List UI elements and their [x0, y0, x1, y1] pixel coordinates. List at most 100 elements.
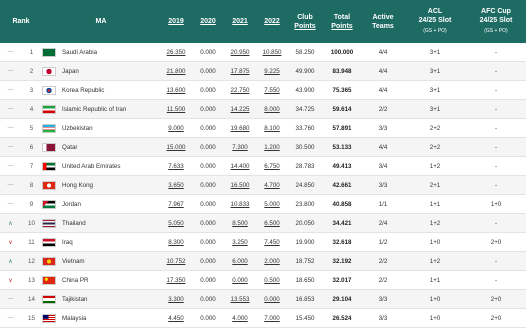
- ma-cell[interactable]: Malaysia: [42, 308, 160, 328]
- points-2021-cell[interactable]: 3.250: [224, 232, 256, 252]
- table-row[interactable]: —15 Malaysia 4.450 0.000 4.000 7.000 15.450 26.…: [0, 308, 526, 328]
- points-2021-cell[interactable]: 22.750: [224, 80, 256, 100]
- points-2022-cell[interactable]: 0.000: [256, 289, 288, 309]
- ma-cell[interactable]: Uzbekistan: [42, 118, 160, 138]
- rank-cell: 11: [21, 232, 42, 252]
- acl-slot-cell: 1+2: [404, 251, 466, 271]
- table-row[interactable]: —1 Saudi Arabia 26.350 0.000 20.950 10.850 58.…: [0, 43, 526, 62]
- points-2019-cell[interactable]: 4.450: [160, 308, 192, 328]
- header-2022[interactable]: 2022: [256, 0, 288, 43]
- ma-cell[interactable]: Islamic Republic of Iran: [42, 99, 160, 119]
- header-2021[interactable]: 2021: [224, 0, 256, 43]
- table-row[interactable]: —5 Uzbekistan 9.000 0.000 19.680 8.100 33.760 5…: [0, 118, 526, 138]
- points-2020-cell: 0.000: [192, 213, 224, 233]
- points-2022-cell[interactable]: 6.500: [256, 213, 288, 233]
- ma-cell[interactable]: Saudi Arabia: [42, 43, 160, 62]
- table-row[interactable]: —2 Japan 21.800 0.000 17.875 9.225 49.900 83.94…: [0, 61, 526, 81]
- country-flag-icon: [42, 123, 56, 133]
- points-2021-cell[interactable]: 14.225: [224, 99, 256, 119]
- ma-cell[interactable]: Japan: [42, 61, 160, 81]
- points-2021-cell[interactable]: 7.300: [224, 137, 256, 157]
- acl-slot-cell: 3+1: [404, 43, 466, 62]
- points-2019-cell[interactable]: 3.650: [160, 175, 192, 195]
- points-2019-cell[interactable]: 9.000: [160, 118, 192, 138]
- table-row[interactable]: ∧ 10 Thailand 5.050 0.000 8.500 6.500 20.050 34.…: [0, 213, 526, 233]
- points-2021-cell[interactable]: 4.000: [224, 308, 256, 328]
- points-2022-cell[interactable]: 7.550: [256, 80, 288, 100]
- points-2021-cell[interactable]: 10.833: [224, 194, 256, 214]
- ma-cell[interactable]: Korea Republic: [42, 80, 160, 100]
- ma-cell[interactable]: Tajikistan: [42, 289, 160, 309]
- points-2022-cell[interactable]: 1.200: [256, 137, 288, 157]
- points-2019-cell[interactable]: 10.752: [160, 251, 192, 271]
- ma-cell[interactable]: Iraq: [42, 232, 160, 252]
- acl-slot-cell: 2+2: [404, 137, 466, 157]
- table-row[interactable]: —4 Islamic Republic of Iran 11.500 0.000 14.…: [0, 99, 526, 119]
- header-total-points[interactable]: Total Points: [322, 0, 362, 43]
- ma-cell[interactable]: Vietnam: [42, 251, 160, 271]
- table-row[interactable]: —6 Qatar 15.000 0.000 7.300 1.200 30.500 53.133…: [0, 137, 526, 157]
- country-name: China PR: [62, 276, 89, 284]
- ma-cell[interactable]: Qatar: [42, 137, 160, 157]
- table-row[interactable]: ∧ 12 Vietnam 10.752 0.000 6.000 2.000 18.752 32.…: [0, 251, 526, 271]
- table-row[interactable]: —9 Jordan 7.967 0.000 10.833 5.000 23.800 40.85…: [0, 194, 526, 214]
- points-2022-cell[interactable]: 7.000: [256, 308, 288, 328]
- points-2021-cell[interactable]: 0.000: [224, 270, 256, 290]
- points-2019-cell[interactable]: 5.050: [160, 213, 192, 233]
- points-2021-cell[interactable]: 20.950: [224, 43, 256, 62]
- points-2019-cell[interactable]: 17.350: [160, 270, 192, 290]
- points-2019-cell[interactable]: 7.633: [160, 156, 192, 176]
- ma-cell[interactable]: Jordan: [42, 194, 160, 214]
- table-row[interactable]: —14 Tajikistan 3.300 0.000 13.553 0.000 16.853…: [0, 289, 526, 309]
- header-active-teams[interactable]: Active Teams: [362, 0, 404, 43]
- rank-change-icon: ∨: [0, 270, 21, 290]
- points-2021-cell[interactable]: 13.553: [224, 289, 256, 309]
- header-rank[interactable]: Rank: [0, 0, 42, 43]
- header-club-points[interactable]: Club Points: [288, 0, 322, 43]
- table-row[interactable]: ∨ 11 Iraq 8.300 0.000 3.250 7.450 19.900 32.618 1…: [0, 232, 526, 252]
- points-2022-cell[interactable]: 6.750: [256, 156, 288, 176]
- points-2019-cell[interactable]: 13.600: [160, 80, 192, 100]
- header-2020[interactable]: 2020: [192, 0, 224, 43]
- points-2022-cell[interactable]: 9.225: [256, 61, 288, 81]
- points-2022-cell[interactable]: 5.000: [256, 194, 288, 214]
- table-row[interactable]: —8 Hong Kong 3.650 0.000 16.500 4.700 24.850 42…: [0, 175, 526, 195]
- points-2019-cell[interactable]: 15.000: [160, 137, 192, 157]
- header-2019[interactable]: 2019: [160, 0, 192, 43]
- points-2019-cell[interactable]: 7.967: [160, 194, 192, 214]
- points-2022-cell[interactable]: 8.000: [256, 99, 288, 119]
- points-2021-cell[interactable]: 17.875: [224, 61, 256, 81]
- points-2022-cell[interactable]: 7.450: [256, 232, 288, 252]
- points-2019-cell[interactable]: 21.800: [160, 61, 192, 81]
- points-2019-cell[interactable]: 8.300: [160, 232, 192, 252]
- points-2021-cell[interactable]: 16.500: [224, 175, 256, 195]
- rank-cell: 5: [21, 118, 42, 138]
- table-row[interactable]: —7 United Arab Emirates 7.633 0.000 14.400 6.…: [0, 156, 526, 176]
- points-2019-cell[interactable]: 11.500: [160, 99, 192, 119]
- points-2019-cell[interactable]: 3.300: [160, 289, 192, 309]
- ma-cell[interactable]: China PR: [42, 270, 160, 290]
- ma-cell[interactable]: Thailand: [42, 213, 160, 233]
- active-teams-cell: 4/4: [362, 43, 404, 62]
- points-2021-cell[interactable]: 14.400: [224, 156, 256, 176]
- points-2021-cell[interactable]: 6.000: [224, 251, 256, 271]
- total-points-cell: 29.104: [322, 289, 362, 309]
- points-2019-cell[interactable]: 26.350: [160, 43, 192, 62]
- country-name: Vietnam: [62, 257, 85, 265]
- ma-cell[interactable]: Hong Kong: [42, 175, 160, 195]
- total-points-cell: 32.192: [322, 251, 362, 271]
- points-2021-cell[interactable]: 8.500: [224, 213, 256, 233]
- points-2022-cell[interactable]: 2.000: [256, 251, 288, 271]
- points-2022-cell[interactable]: 10.850: [256, 43, 288, 62]
- points-2022-cell[interactable]: 0.500: [256, 270, 288, 290]
- table-row[interactable]: —3 Korea Republic 13.600 0.000 22.750 7.550 43…: [0, 80, 526, 100]
- ma-cell[interactable]: United Arab Emirates: [42, 156, 160, 176]
- header-ma[interactable]: MA: [42, 0, 160, 43]
- table-row[interactable]: ∨ 13 China PR 17.350 0.000 0.000 0.500 18.650 32…: [0, 270, 526, 290]
- points-2021-cell[interactable]: 19.680: [224, 118, 256, 138]
- total-points-cell: 53.133: [322, 137, 362, 157]
- points-2022-cell[interactable]: 4.700: [256, 175, 288, 195]
- points-2022-cell[interactable]: 8.100: [256, 118, 288, 138]
- active-teams-cell: 4/4: [362, 80, 404, 100]
- rank-cell: 7: [21, 156, 42, 176]
